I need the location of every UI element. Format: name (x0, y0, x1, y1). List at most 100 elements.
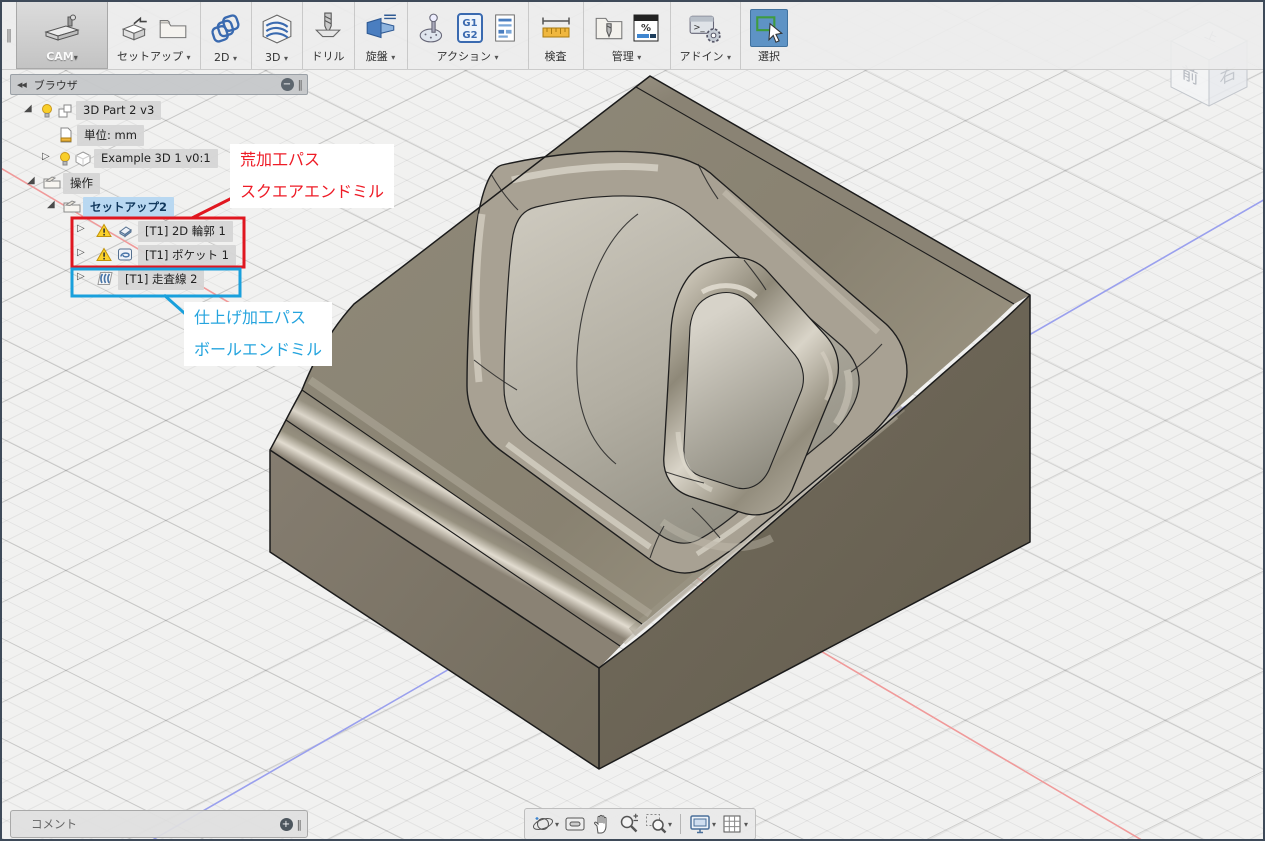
tool-library-icon[interactable] (593, 12, 625, 44)
actions-menu-label[interactable]: アクション (437, 50, 491, 63)
tree-row-2d-contour[interactable]: ▷ [T1] 2D 輪郭 1 (10, 220, 308, 242)
navigation-dock: ▾ ▾ ▾ ▾ (524, 808, 757, 839)
orbit-caret-icon[interactable]: ▾ (555, 820, 559, 829)
group-lathe: 旋盤 ▾ (355, 2, 408, 69)
expand-arrow-icon[interactable]: ▷ (77, 223, 85, 234)
manage-menu-label[interactable]: 管理 (612, 50, 634, 63)
tree-row-label[interactable]: [T1] 2D 輪郭 1 (138, 221, 233, 242)
zoom-window-caret-icon[interactable]: ▾ (668, 820, 672, 829)
finishing-annotation-line1: 仕上げ加工パス (194, 308, 307, 327)
post-process-icon[interactable]: G1 G2 (455, 12, 485, 44)
group-addins: >_ アドイン ▾ (671, 2, 742, 69)
group-2d: 2D ▾ (201, 2, 252, 69)
expand-arrow-icon[interactable]: ▷ (77, 247, 85, 258)
addins-menu-label[interactable]: アドイン (680, 50, 724, 63)
group-drill: ドリル (303, 2, 355, 69)
tree-row-label[interactable]: セットアップ2 (83, 197, 175, 218)
2d-contour-op-icon (119, 226, 132, 238)
setup-menu-label[interactable]: セットアップ (117, 50, 183, 63)
group-3d: 3D ▾ (252, 2, 303, 69)
setup-folder-icon (63, 200, 81, 213)
measure-icon[interactable] (538, 13, 574, 43)
orbit-icon (532, 817, 554, 830)
component-icon (58, 104, 72, 118)
orbit-button[interactable]: ▾ (531, 812, 560, 836)
zoom-window-button[interactable]: ▾ (644, 812, 673, 836)
tree-row-label[interactable]: [T1] ポケット 1 (138, 245, 236, 266)
tree-row-label[interactable]: 操作 (63, 173, 100, 194)
zoom-window-icon (646, 814, 667, 834)
add-comment-icon[interactable]: + (279, 817, 293, 831)
new-setup-icon[interactable] (119, 14, 151, 42)
expand-arrow-icon[interactable]: ▷ (42, 151, 50, 162)
tree-row-document[interactable]: ◢ 3D Part 2 v3 (10, 100, 308, 122)
grid-settings-caret-icon[interactable]: ▾ (744, 820, 748, 829)
grid-settings-button[interactable]: ▾ (720, 812, 749, 836)
minimize-panel-icon[interactable]: − (280, 78, 294, 91)
setup-sheet-icon[interactable] (491, 12, 519, 44)
zoom-button[interactable] (617, 812, 641, 836)
ribbon-toolbar: ‖ CAM▾ セットアップ ▾ 2D ▾ 3D ▾ ドリル 旋盤 ▾ G1 G2… (2, 2, 1263, 70)
ribbon-drag-handle[interactable]: ‖ (2, 2, 16, 69)
2d-milling-icon[interactable] (210, 13, 242, 45)
terminal-prompt-text: >_ (694, 23, 706, 33)
pan-button[interactable] (590, 812, 614, 836)
group-inspect: 検査 (529, 2, 584, 69)
addins-icon[interactable]: >_ (688, 12, 722, 44)
tree-row-units[interactable]: 単位: mm (10, 124, 308, 146)
drill-label[interactable]: ドリル (312, 50, 345, 63)
folder-icon (43, 176, 61, 189)
lathe-icon[interactable] (364, 12, 398, 44)
visibility-bulb-icon[interactable] (58, 151, 72, 167)
look-at-button[interactable] (563, 812, 587, 836)
expand-arrow-icon[interactable]: ▷ (77, 271, 85, 282)
dock-divider (680, 814, 682, 834)
look-at-icon (565, 817, 585, 831)
post-icon-text-g2: G2 (462, 30, 477, 41)
tree-row-label[interactable]: Example 3D 1 v0:1 (94, 149, 218, 168)
new-folder-icon[interactable] (157, 14, 189, 42)
select-label[interactable]: 選択 (758, 50, 780, 63)
tree-row-scanline[interactable]: ▷ [T1] 走査線 2 (10, 268, 308, 290)
display-settings-caret-icon[interactable]: ▾ (712, 820, 716, 829)
visibility-bulb-icon[interactable] (40, 103, 54, 119)
cam-workspace-icon (43, 14, 81, 44)
lathe-caret-icon: ▾ (391, 53, 396, 62)
expand-arrow-icon[interactable]: ◢ (27, 175, 35, 186)
setup-caret-icon: ▾ (186, 53, 191, 62)
comment-placeholder[interactable]: コメント (31, 816, 77, 832)
cam-label[interactable]: CAM (46, 50, 74, 63)
tree-row-pocket[interactable]: ▷ [T1] ポケット 1 (10, 244, 308, 266)
lathe-menu-label[interactable]: 旋盤 (366, 50, 388, 63)
feeds-speeds-icon[interactable]: % (631, 12, 661, 44)
select-icon (756, 15, 784, 43)
tree-row-label[interactable]: 単位: mm (77, 125, 144, 146)
inspect-label[interactable]: 検査 (545, 50, 567, 63)
drill-icon[interactable] (312, 12, 344, 44)
body-cube-icon (75, 151, 91, 167)
panel-grip-icon[interactable]: ‖ (298, 78, 304, 91)
browser-header[interactable]: ◀◀ ブラウザ − ‖ (10, 74, 308, 95)
2d-caret-icon: ▾ (232, 54, 237, 63)
3d-menu-label[interactable]: 3D (265, 51, 280, 64)
manage-caret-icon: ▾ (637, 53, 642, 62)
workspace-switcher-cam[interactable]: CAM▾ (16, 2, 108, 69)
collapse-panel-icon[interactable]: ◀◀ (17, 81, 27, 89)
finishing-annotation-line2: ボールエンドミル (194, 340, 323, 359)
comment-grip-icon[interactable]: ‖ (297, 818, 303, 831)
tree-row-label[interactable]: [T1] 走査線 2 (118, 269, 205, 290)
simulate-icon[interactable] (417, 12, 449, 44)
select-tool-button[interactable] (750, 8, 789, 47)
expand-arrow-icon[interactable]: ◢ (24, 103, 32, 114)
2d-menu-label[interactable]: 2D (214, 51, 229, 64)
group-actions: G1 G2 アクション ▾ (408, 2, 529, 69)
zoom-icon (620, 813, 639, 833)
3d-milling-icon[interactable] (261, 13, 293, 45)
tree-row-label[interactable]: 3D Part 2 v3 (76, 101, 162, 120)
comment-bar[interactable]: コメント + ‖ (10, 810, 308, 838)
display-settings-button[interactable]: ▾ (688, 812, 717, 836)
group-select: 選択 (741, 2, 797, 69)
expand-arrow-icon[interactable]: ◢ (47, 199, 55, 210)
units-document-icon (60, 127, 72, 143)
pan-hand-icon (594, 814, 607, 834)
